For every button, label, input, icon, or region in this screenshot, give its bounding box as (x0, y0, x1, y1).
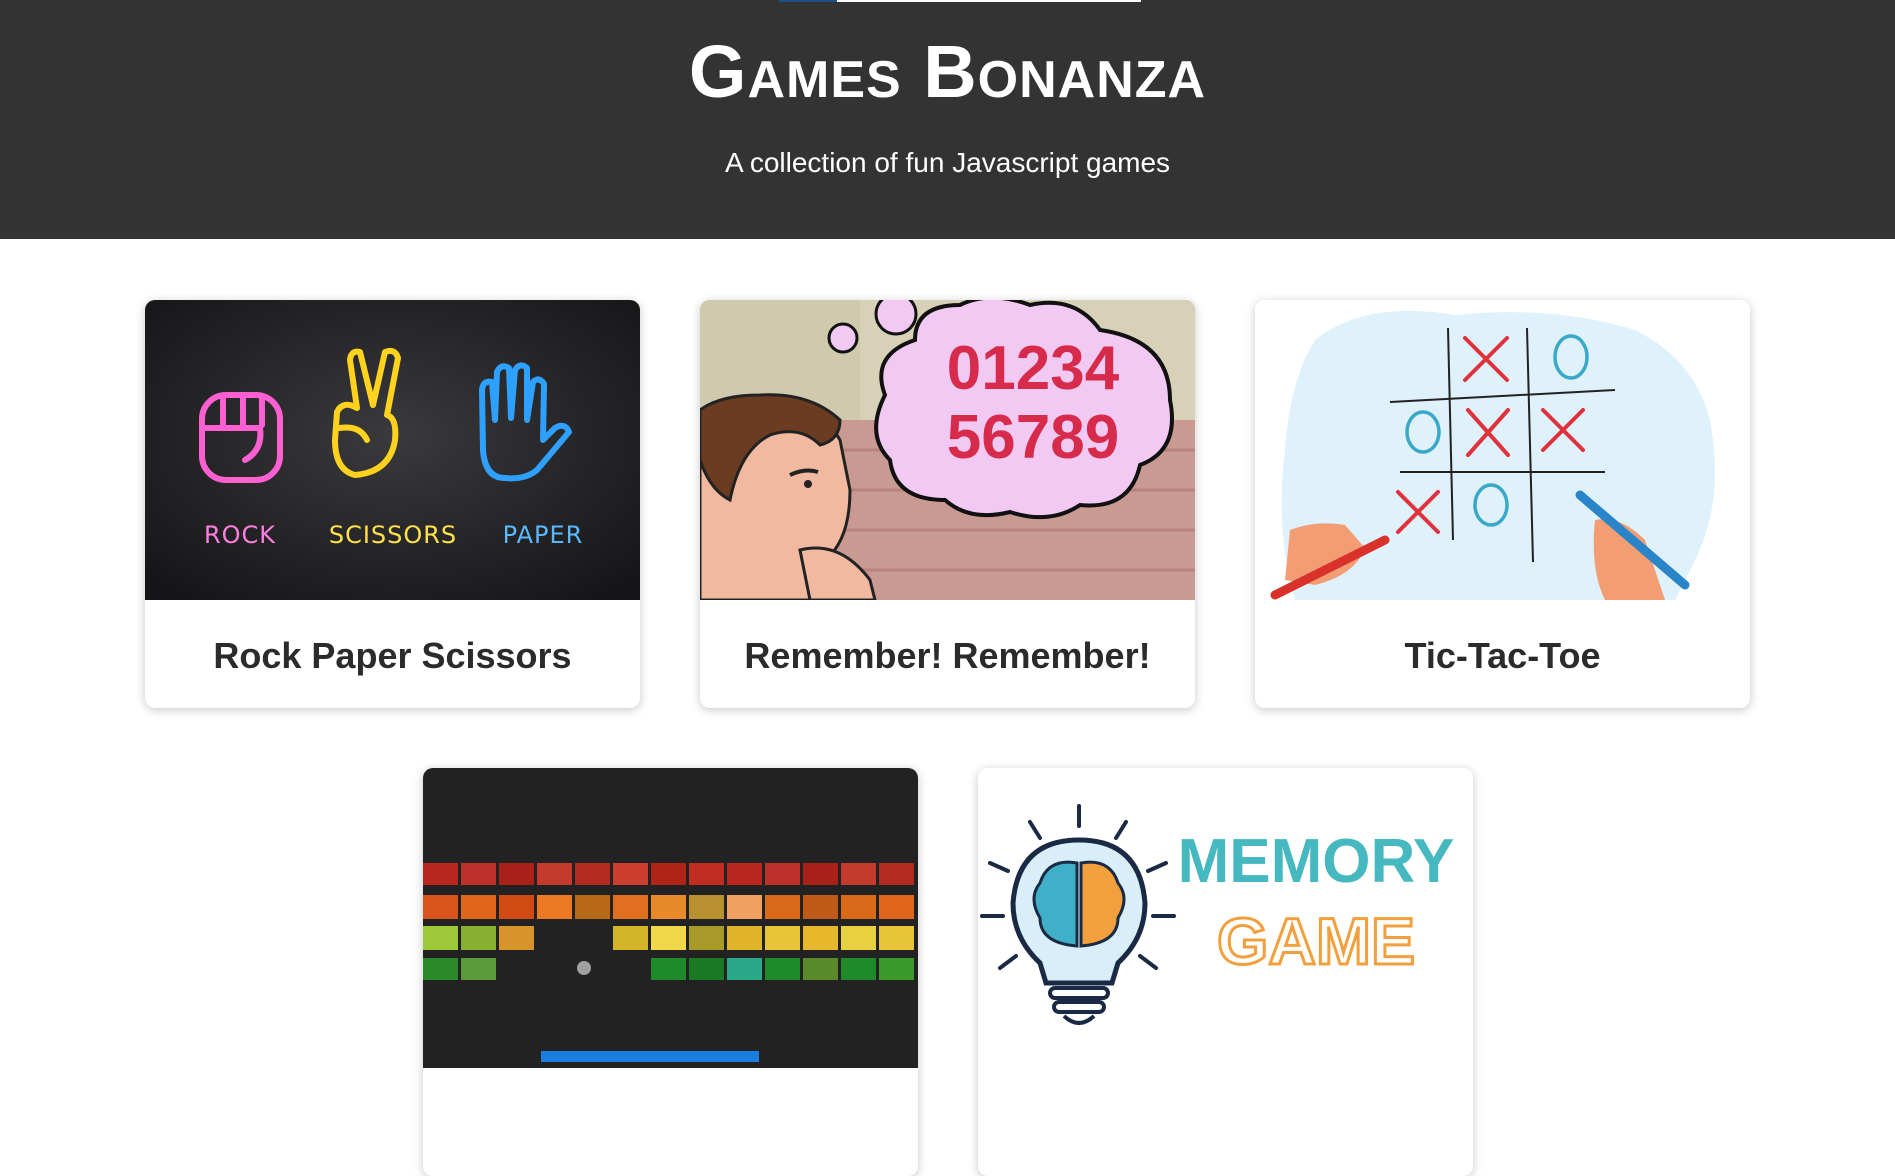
brick (537, 863, 572, 885)
remember-remember-thumbnail: 01234 56789 (700, 300, 1195, 600)
ball (577, 961, 591, 975)
brick (651, 863, 686, 885)
game-card-breakout[interactable] (423, 768, 918, 1176)
game-card-rock-paper-scissors[interactable]: ROCK SCISSORS PAPER Rock Paper Scissors (145, 300, 640, 708)
brick (575, 926, 610, 950)
brick (765, 863, 800, 885)
brick (841, 863, 876, 885)
brick (727, 926, 762, 950)
brick (803, 958, 838, 980)
brick (879, 926, 914, 950)
scroll-progress-bar (779, 0, 1141, 2)
brick (841, 926, 876, 950)
brick (613, 958, 648, 980)
digits-row-2: 56789 (947, 403, 1119, 472)
brick (803, 926, 838, 950)
brick (423, 958, 458, 980)
brick (765, 958, 800, 980)
brick (423, 863, 458, 885)
brick (613, 926, 648, 950)
brick (651, 895, 686, 919)
game-card-tic-tac-toe[interactable]: Tic-Tac-Toe (1255, 300, 1750, 708)
brick (537, 958, 572, 980)
brick (879, 895, 914, 919)
brick (423, 926, 458, 950)
memory-game-thumbnail: MEMORY GAME (978, 768, 1473, 1068)
brick (423, 895, 458, 919)
brick (765, 926, 800, 950)
scroll-progress-fill (779, 0, 837, 2)
site-title: Games Bonanza (688, 30, 1207, 113)
game-title: Rock Paper Scissors (213, 635, 572, 676)
brick (689, 958, 724, 980)
brick (499, 958, 534, 980)
tic-tac-toe-thumbnail (1255, 300, 1750, 600)
game-title: Remember! Remember! (744, 635, 1151, 676)
brick (461, 926, 496, 950)
brick (841, 958, 876, 980)
breakout-thumbnail (423, 768, 918, 1068)
brick (803, 895, 838, 919)
brick (689, 926, 724, 950)
brick (461, 863, 496, 885)
game-title: Tic-Tac-Toe (1404, 635, 1601, 676)
site-subtitle: A collection of fun Javascript games (724, 147, 1171, 178)
brick (765, 895, 800, 919)
brick (461, 895, 496, 919)
brick (499, 926, 534, 950)
brick (879, 863, 914, 885)
brick (499, 863, 534, 885)
site-header: Games Bonanza A collection of fun Javasc… (0, 0, 1895, 239)
brick (727, 863, 762, 885)
game-word: GAME (1217, 904, 1415, 978)
brick (689, 863, 724, 885)
brick (651, 958, 686, 980)
game-card-memory-game[interactable]: MEMORY GAME (978, 768, 1473, 1176)
brick (537, 926, 572, 950)
paper-caption: PAPER (503, 521, 584, 549)
brick (575, 895, 610, 919)
brick (499, 895, 534, 919)
game-title (978, 1068, 1473, 1176)
brick (613, 863, 648, 885)
brick (879, 958, 914, 980)
rock-caption: ROCK (204, 521, 276, 549)
brick (537, 895, 572, 919)
brick (727, 958, 762, 980)
brick (575, 863, 610, 885)
digits-row-1: 01234 (947, 334, 1120, 403)
brick (689, 895, 724, 919)
brick (803, 863, 838, 885)
game-title (423, 1068, 918, 1176)
brick (727, 895, 762, 919)
brick (613, 895, 648, 919)
brick (461, 958, 496, 980)
brick (651, 926, 686, 950)
scissors-caption: SCISSORS (329, 521, 457, 549)
memory-word: MEMORY (1178, 827, 1455, 896)
brick (841, 895, 876, 919)
paddle (541, 1051, 759, 1062)
game-card-remember-remember[interactable]: 01234 56789 Remember! Remember! (700, 300, 1195, 708)
rock-paper-scissors-thumbnail: ROCK SCISSORS PAPER (145, 300, 640, 600)
